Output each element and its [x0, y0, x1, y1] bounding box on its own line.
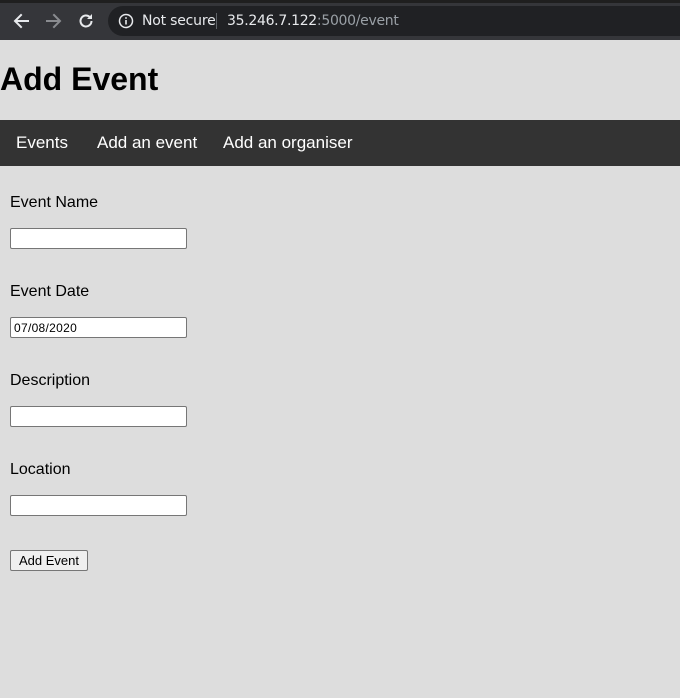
address-bar[interactable]: Not secure 35.246.7.122:5000/event [108, 6, 680, 36]
arrow-left-icon [13, 13, 29, 29]
page-title: Add Event [0, 61, 159, 97]
security-status[interactable]: Not secure [142, 13, 216, 29]
url-text[interactable]: 35.246.7.122:5000/event [227, 13, 399, 29]
nav-link-add-organiser[interactable]: Add an organiser [223, 133, 352, 153]
event-date-label: Event Date [10, 283, 90, 300]
nav-link-events[interactable]: Events [16, 133, 68, 153]
omnibox-divider [216, 13, 217, 29]
reload-icon [79, 14, 93, 28]
back-button[interactable] [10, 10, 32, 32]
event-name-label: Event Name [10, 194, 99, 211]
url-host: 35.246.7.122 [227, 13, 317, 29]
info-icon[interactable] [118, 13, 134, 29]
tab-strip-edge [0, 0, 680, 3]
description-label: Description [10, 372, 91, 389]
main-nav: Events Add an event Add an organiser [0, 120, 680, 166]
url-path: :5000/event [316, 13, 399, 29]
arrow-right-icon [46, 13, 62, 29]
event-name-input[interactable] [10, 228, 187, 249]
event-date-input[interactable] [10, 317, 187, 338]
location-input[interactable] [10, 495, 187, 516]
add-event-button[interactable]: Add Event [10, 550, 88, 571]
location-label: Location [10, 461, 71, 478]
description-input[interactable] [10, 406, 187, 427]
reload-button[interactable] [75, 10, 97, 32]
browser-toolbar: Not secure 35.246.7.122:5000/event [0, 0, 680, 40]
forward-button[interactable] [43, 10, 65, 32]
nav-link-add-event[interactable]: Add an event [97, 133, 197, 153]
